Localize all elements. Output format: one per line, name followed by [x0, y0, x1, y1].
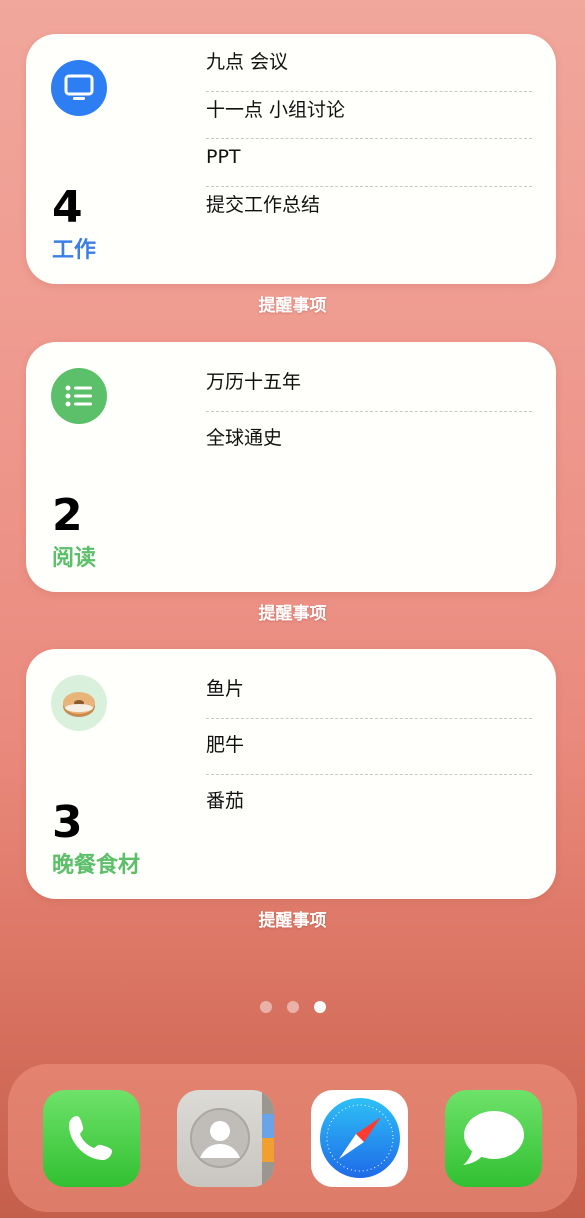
list-item[interactable]: 鱼片 [206, 663, 532, 719]
messages-app[interactable] [445, 1089, 543, 1187]
reminders-widget-work[interactable]: 4 工作 九点 会议 十一点 小组讨论 PPT 提交工作总结 [26, 34, 556, 284]
reminders-widget-dinner[interactable]: 3 晚餐食材 鱼片 肥牛 番茄 [26, 649, 556, 899]
list-name: 阅读 [52, 546, 97, 571]
contacts-tabs [261, 1089, 274, 1187]
widget-label: 提醒事项 [258, 911, 327, 931]
list-item[interactable]: 万历十五年 [206, 356, 532, 412]
list-item[interactable]: 九点 会议 [206, 44, 532, 92]
monitor-icon [51, 60, 107, 116]
widget-label: 提醒事项 [258, 604, 327, 624]
safari-app[interactable] [311, 1089, 409, 1187]
reminder-list: 鱼片 肥牛 番茄 [206, 663, 532, 831]
reminder-list: 万历十五年 全球通史 [206, 356, 532, 468]
reminder-count: 3 [52, 797, 83, 848]
dock [8, 1064, 577, 1212]
list-name: 晚餐食材 [52, 853, 141, 878]
phone-app[interactable] [42, 1089, 140, 1187]
list-item[interactable]: 肥牛 [206, 719, 532, 775]
page-dot[interactable] [259, 1001, 272, 1013]
contacts-icon [190, 1108, 251, 1168]
list-item[interactable]: 十一点 小组讨论 [206, 92, 532, 139]
contacts-app[interactable] [176, 1089, 274, 1187]
page-indicator[interactable] [0, 1001, 585, 1013]
reminder-count: 2 [52, 490, 83, 541]
messages-bubble-icon [462, 1111, 524, 1165]
reminders-widget-reading[interactable]: 2 阅读 万历十五年 全球通史 [26, 342, 556, 592]
widget-label: 提醒事项 [258, 296, 327, 316]
list-item[interactable]: PPT [206, 139, 532, 187]
page-dot-active[interactable] [313, 1001, 326, 1013]
list-item[interactable]: 全球通史 [206, 412, 532, 468]
list-item[interactable]: 提交工作总结 [206, 187, 532, 235]
bagel-icon [51, 675, 107, 731]
page-dot[interactable] [286, 1001, 299, 1013]
list-icon [51, 368, 107, 424]
phone-icon [69, 1116, 113, 1160]
list-name: 工作 [52, 238, 97, 263]
list-item[interactable]: 番茄 [206, 775, 532, 831]
reminder-list: 九点 会议 十一点 小组讨论 PPT 提交工作总结 [206, 44, 532, 234]
safari-compass-icon [319, 1098, 400, 1178]
reminder-count: 4 [52, 182, 83, 233]
